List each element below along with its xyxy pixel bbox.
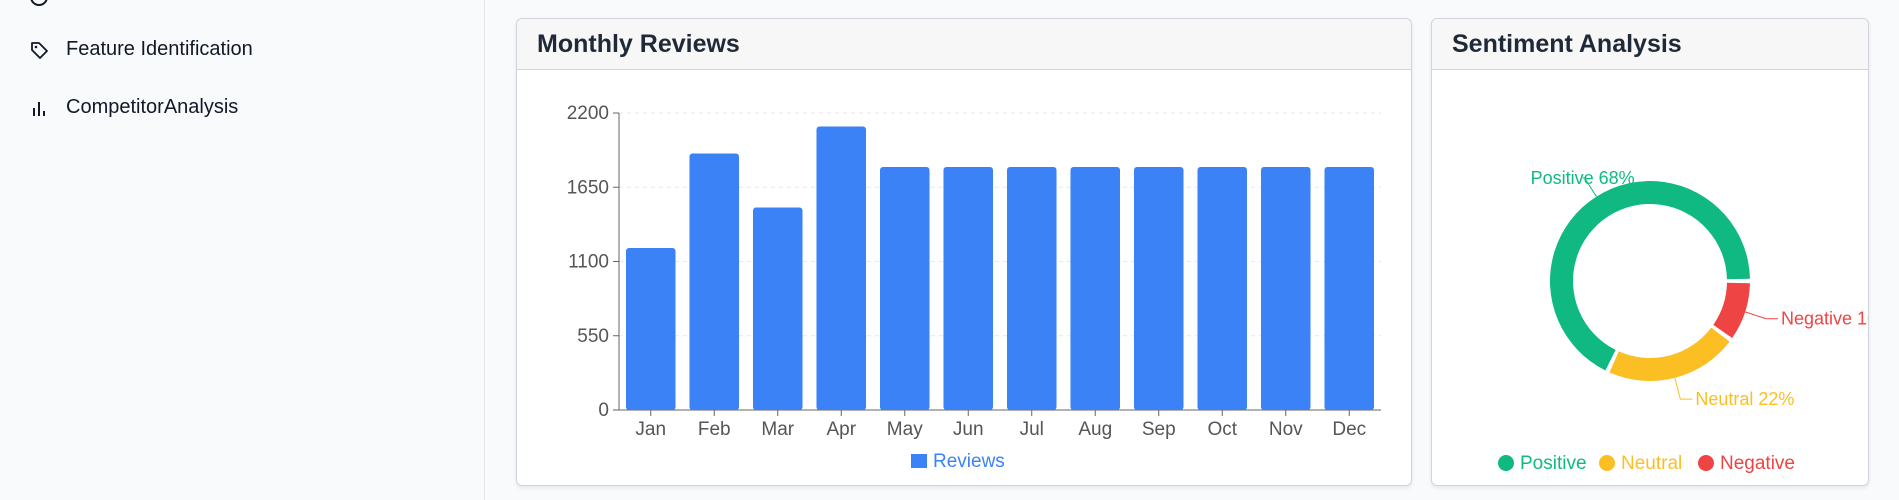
- legend-label-positive: Positive: [1520, 453, 1587, 474]
- x-tick-label: Feb: [698, 419, 731, 440]
- bar-nov: [1260, 167, 1311, 410]
- y-tick-label: 550: [577, 326, 609, 347]
- bar-mar: [752, 207, 803, 410]
- sentiment-analysis-card: Sentiment Analysis Positive 68% Neutral 2…: [1431, 18, 1869, 486]
- slice-neutral: [1609, 327, 1730, 381]
- x-tick-label: Apr: [826, 419, 856, 440]
- x-tick-label: Dec: [1332, 419, 1366, 440]
- bar-may: [879, 167, 930, 410]
- bar-jan: [625, 248, 676, 410]
- bar-aug: [1070, 167, 1121, 410]
- sidebar-item-competitor-analysis[interactable]: CompetitorAnalysis: [28, 96, 238, 119]
- legend-label-neutral: Neutral: [1621, 453, 1682, 474]
- slice-leader-line: [1674, 377, 1693, 400]
- chart-legend: Positive Neutral Negative: [1498, 453, 1795, 474]
- y-tick-label: 1650: [567, 177, 609, 198]
- bar-feb: [689, 153, 740, 410]
- bar-dec: [1324, 167, 1375, 410]
- card-title: Monthly Reviews: [517, 19, 1411, 70]
- bar-apr: [816, 126, 867, 410]
- slice-label-positive: Positive 68%: [1531, 168, 1635, 188]
- sidebar-item-partial[interactable]: [28, 0, 66, 8]
- slice-leader-line: [1744, 311, 1779, 320]
- legend-marker-negative: [1698, 455, 1714, 471]
- chart-legend: Reviews: [911, 451, 1005, 472]
- sidebar-item-label: Feature Identification: [66, 38, 253, 60]
- bar-jul: [1006, 167, 1057, 410]
- monthly-reviews-chart: 0 550 1100 1650 2200 Jan Feb Mar Apr May Jun Jul Aug…: [567, 103, 1381, 472]
- monthly-reviews-card: Monthly Reviews 0 550 1100 1650 2200 Jan Feb Ma…: [516, 18, 1412, 486]
- legend-label-reviews: Reviews: [933, 451, 1005, 472]
- legend-swatch-reviews: [911, 454, 927, 468]
- slice-label-negative: Negative 10%: [1781, 309, 1868, 329]
- x-tick-label: Aug: [1078, 419, 1112, 440]
- sentiment-chart: Positive 68% Neutral 22% Negative 10% Posit…: [1498, 168, 1868, 474]
- x-tick-label: Sep: [1142, 419, 1176, 440]
- x-tick-label: Nov: [1269, 419, 1303, 440]
- y-tick-label: 2200: [567, 103, 609, 124]
- y-tick-label: 1100: [568, 252, 609, 273]
- sidebar-item-label: CompetitorAnalysis: [66, 96, 239, 118]
- sidebar-item-feature-identification[interactable]: Feature Identification: [28, 38, 253, 61]
- legend-marker-neutral: [1599, 455, 1615, 471]
- sidebar: Feature Identification CompetitorAnalysi…: [0, 0, 485, 500]
- x-tick-label: May: [887, 419, 923, 440]
- bar-oct: [1197, 167, 1248, 410]
- slice-negative: [1713, 282, 1750, 338]
- x-tick-label: Jun: [953, 419, 984, 440]
- legend-marker-positive: [1498, 455, 1514, 471]
- legend-label-negative: Negative: [1720, 453, 1795, 474]
- clock-icon: [28, 0, 50, 8]
- x-tick-label: Oct: [1207, 419, 1237, 440]
- slice-label-neutral: Neutral 22%: [1695, 389, 1794, 409]
- bar-chart-icon: [28, 97, 50, 119]
- x-tick-label: Jan: [635, 419, 666, 440]
- card-title: Sentiment Analysis: [1432, 19, 1868, 70]
- bar-jun: [943, 167, 994, 410]
- tag-icon: [28, 39, 50, 61]
- bar-sep: [1133, 167, 1184, 410]
- x-tick-label: Mar: [761, 419, 794, 440]
- x-tick-label: Jul: [1020, 419, 1044, 440]
- y-tick-label: 0: [598, 400, 609, 421]
